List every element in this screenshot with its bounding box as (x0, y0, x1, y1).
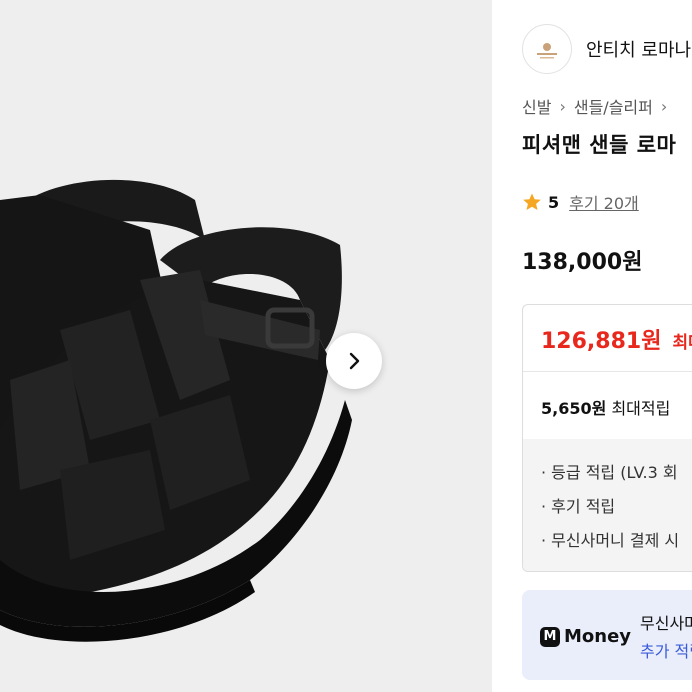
benefit-box: 126,881원 최대 5,650원 최대적립 · 등급 적립 (LV.3 회 … (522, 304, 692, 572)
points-label: 최대적립 (611, 399, 671, 418)
star-icon (523, 193, 541, 210)
product-image (0, 179, 352, 642)
breadcrumb-item-sandals[interactable]: 샌들/슬리퍼 (574, 94, 653, 118)
chevron-right-icon: › (660, 96, 668, 116)
money-banner-subtitle: 추가 적립 (640, 642, 692, 661)
product-info-panel: 안티치 로마나 신발 › 샌들/슬리퍼 › 피셔맨 샌들 로마 5 후기 20개… (492, 0, 692, 692)
breadcrumb: 신발 › 샌들/슬리퍼 › (522, 94, 675, 118)
benefit-grade: · 등급 적립 (LV.3 회 (541, 463, 678, 482)
product-image-gallery[interactable] (0, 0, 492, 692)
benefit-list: · 등급 적립 (LV.3 회 · 후기 적립 · 무신사머니 결제 시 (523, 439, 692, 571)
rating-row: 5 후기 20개 (522, 190, 639, 214)
original-price: 138,000원 (522, 250, 643, 275)
benefit-review: · 후기 적립 (541, 497, 616, 516)
brand-logo-icon (522, 24, 572, 74)
reviews-link[interactable]: 후기 20개 (569, 190, 639, 214)
chevron-right-icon (349, 352, 360, 370)
money-m-icon: M (540, 626, 560, 647)
rating-score: 5 (548, 192, 560, 212)
next-image-button[interactable] (326, 333, 382, 389)
chevron-right-icon: › (559, 96, 566, 116)
benefit-money: · 무신사머니 결제 시 (541, 531, 680, 550)
points-row: 5,650원 최대적립 (541, 395, 670, 419)
money-banner[interactable]: M Money 무신사머니 추가 적립 (522, 590, 692, 680)
sale-price-row: 126,881원 최대 (541, 323, 692, 355)
breadcrumb-item-shoes[interactable]: 신발 (522, 94, 551, 118)
money-logo-label: Money (564, 626, 632, 647)
brand-name: 안티치 로마나 (586, 40, 692, 61)
sale-tag: 최대 (672, 333, 692, 353)
sale-price: 126,881원 (541, 329, 662, 354)
brand-link[interactable]: 안티치 로마나 (522, 24, 691, 74)
points-amount: 5,650원 (541, 399, 607, 418)
money-logo: M Money (540, 626, 631, 647)
money-banner-title: 무신사머니 (640, 614, 692, 633)
product-title: 피셔맨 샌들 로마 (522, 133, 677, 157)
divider (523, 371, 692, 372)
